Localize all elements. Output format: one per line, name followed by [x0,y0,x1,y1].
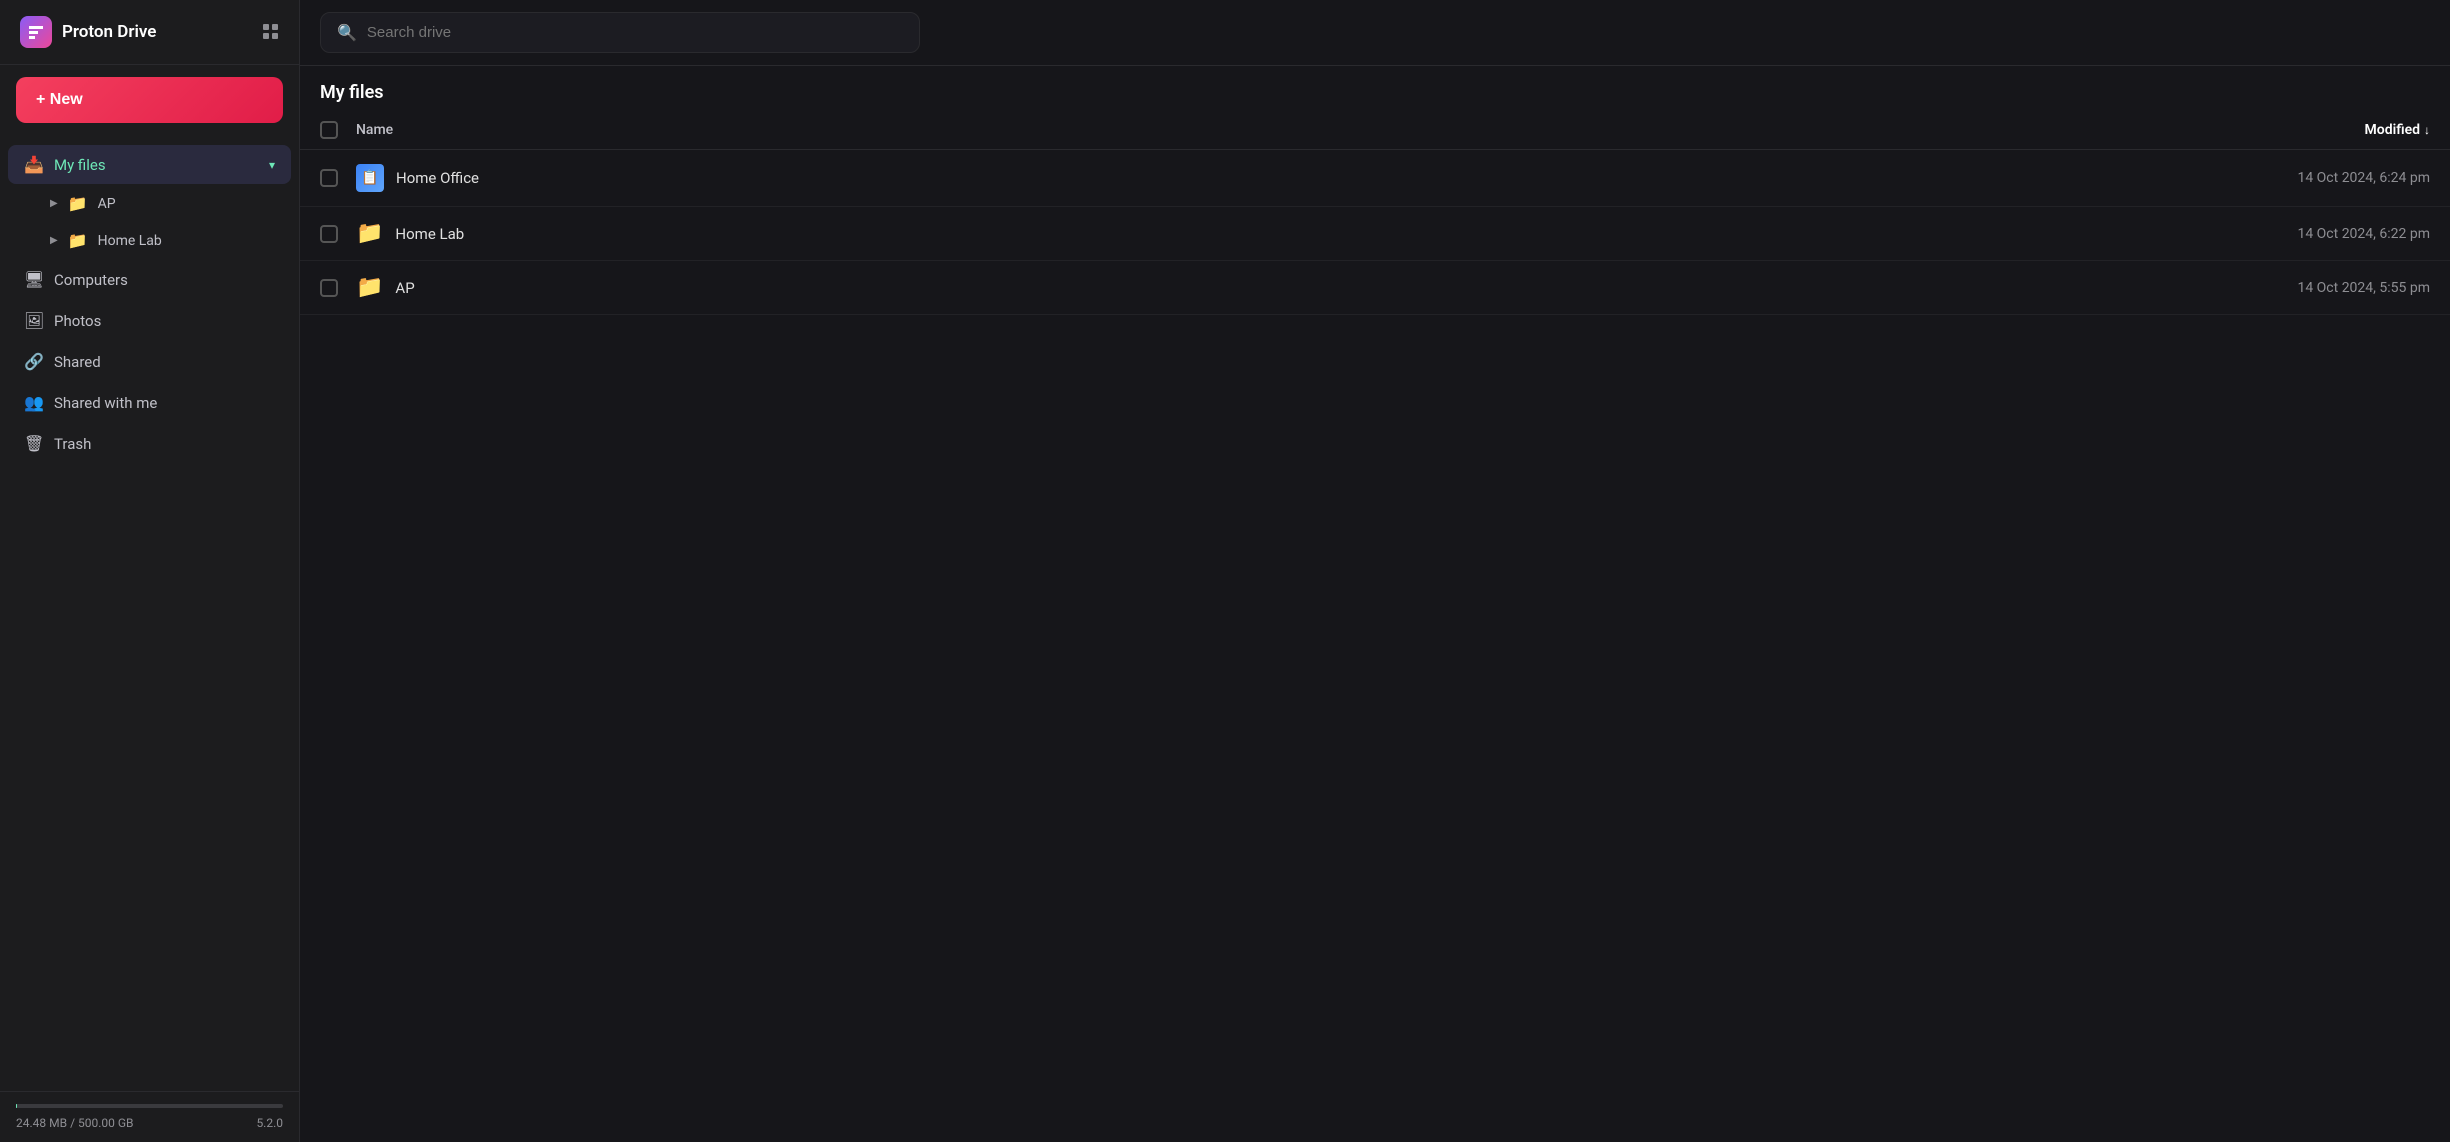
folder-icon: 📁 [356,275,383,300]
new-button[interactable]: + New [16,77,283,123]
sidebar-item-label: Trash [54,435,275,453]
sidebar-item-label: Shared with me [54,394,275,412]
link-icon: 🔗 [24,352,44,371]
file-table: Name Modified ↓ 📋 Home Office 14 Oct 202… [300,111,2450,1142]
row-checkbox-cell [320,169,356,187]
sidebar-item-my-files[interactable]: 📥 My files ▾ [8,145,291,184]
table-row[interactable]: 📁 Home Lab 14 Oct 2024, 6:22 pm [300,207,2450,261]
sidebar-item-computers[interactable]: 🖥 Computers [8,260,291,299]
sidebar-header: Proton Drive [0,0,299,65]
sidebar-item-photos[interactable]: 🖼 Photos [8,301,291,340]
page-title: My files [300,66,2450,111]
sub-item-label: AP [98,196,116,212]
file-modified: 14 Oct 2024, 6:24 pm [2210,170,2430,186]
folder-icon: 📁 [356,221,383,246]
sub-item-label: Home Lab [98,233,162,249]
sidebar-footer: 24.48 MB / 500.00 GB 5.2.0 [0,1091,299,1142]
file-name: AP [395,279,414,297]
chevron-right-icon: ▶ [50,198,58,209]
col-name-header: Name [356,122,2210,138]
folder-doc-icon: 📋 [356,164,384,192]
users-icon: 👥 [24,393,44,412]
row-checkbox[interactable] [320,279,338,297]
sidebar-item-label: My files [54,156,259,174]
row-checkbox-cell [320,225,356,243]
app-title: Proton Drive [62,22,156,42]
sidebar: Proton Drive + New 📥 My files ▾ ▶ 📁 AP [0,0,300,1142]
monitor-icon: 🖥 [24,270,44,289]
sidebar-item-label: Computers [54,271,275,289]
sidebar-item-home-lab[interactable]: ▶ 📁 Home Lab [8,223,291,258]
search-icon: 🔍 [337,23,357,42]
folder-icon: 📁 [68,194,88,213]
app-version: 5.2.0 [256,1116,283,1130]
sidebar-item-label: Shared [54,353,275,371]
storage-used: 24.48 MB / 500.00 GB [16,1116,134,1130]
chevron-down-icon: ▾ [269,158,275,172]
search-input[interactable] [367,24,903,41]
sidebar-item-label: Photos [54,312,275,330]
header-checkbox-cell [320,121,356,139]
sidebar-item-ap[interactable]: ▶ 📁 AP [8,186,291,221]
file-modified: 14 Oct 2024, 5:55 pm [2210,280,2430,296]
storage-info: 24.48 MB / 500.00 GB 5.2.0 [16,1116,283,1130]
proton-logo-icon [20,16,52,48]
file-name-cell: 📁 Home Lab [356,221,2210,246]
inbox-icon: 📥 [24,155,44,174]
sidebar-item-shared-with-me[interactable]: 👥 Shared with me [8,383,291,422]
file-name-cell: 📁 AP [356,275,2210,300]
row-checkbox-cell [320,279,356,297]
file-name: Home Office [396,169,479,187]
sidebar-item-shared[interactable]: 🔗 Shared [8,342,291,381]
sidebar-item-trash[interactable]: 🗑 Trash [8,424,291,463]
main-content: 🔍 My files Name Modified ↓ 📋 Home Offi [300,0,2450,1142]
trash-icon: 🗑 [24,434,44,453]
storage-bar-fill [16,1104,17,1108]
col-modified-header: Modified ↓ [2210,122,2430,138]
logo-area: Proton Drive [20,16,156,48]
table-row[interactable]: 📋 Home Office 14 Oct 2024, 6:24 pm [300,150,2450,207]
image-icon: 🖼 [24,311,44,330]
sidebar-nav: 📥 My files ▾ ▶ 📁 AP ▶ 📁 Home Lab 🖥 Compu… [0,135,299,1091]
search-box[interactable]: 🔍 [320,12,920,53]
table-row[interactable]: 📁 AP 14 Oct 2024, 5:55 pm [300,261,2450,315]
sort-arrow-icon[interactable]: ↓ [2424,123,2430,137]
chevron-right-icon: ▶ [50,235,58,246]
grid-icon[interactable] [263,24,279,40]
file-modified: 14 Oct 2024, 6:22 pm [2210,226,2430,242]
row-checkbox[interactable] [320,225,338,243]
top-bar: 🔍 [300,0,2450,66]
folder-icon: 📁 [68,231,88,250]
storage-bar [16,1104,283,1108]
select-all-checkbox[interactable] [320,121,338,139]
table-header: Name Modified ↓ [300,111,2450,150]
file-name-cell: 📋 Home Office [356,164,2210,192]
row-checkbox[interactable] [320,169,338,187]
file-name: Home Lab [395,225,464,243]
